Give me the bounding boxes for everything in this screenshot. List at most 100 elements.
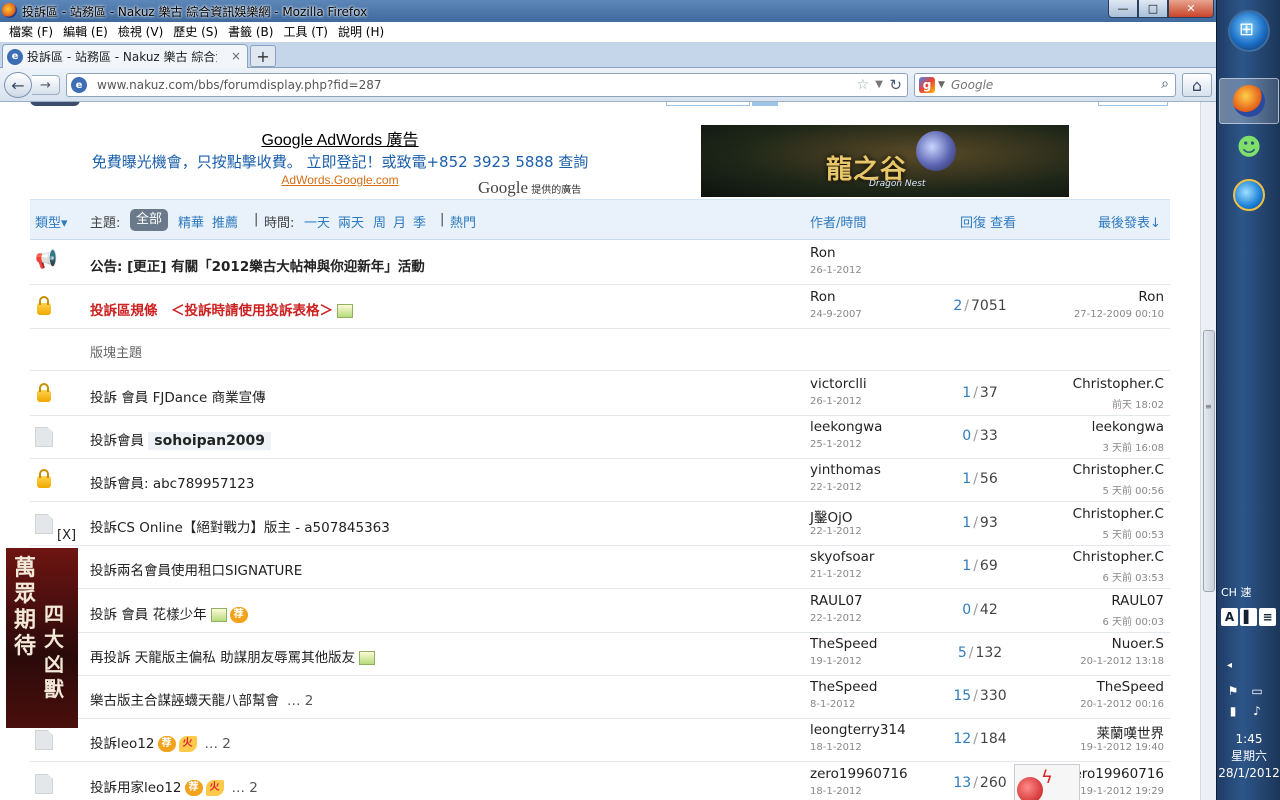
filter-digest-link[interactable]: 精華 [178,212,204,231]
last-post-user[interactable]: Christopher.C [1073,376,1164,392]
author-time-header[interactable]: 作者/時間 [810,212,866,231]
last-post-time[interactable]: 20-1-2012 13:18 [1080,656,1164,667]
minimize-button[interactable]: — [1108,0,1138,18]
address-bar[interactable]: e ☆ ▼ ↻ [66,73,908,97]
last-post-user[interactable]: zero19960716 [1066,766,1164,782]
floating-widget[interactable]: ϟ [1014,764,1080,800]
last-post-time[interactable]: 5 天前 00:53 [1102,526,1164,541]
ime-menu-icon[interactable]: ≡ [1259,608,1276,626]
tab-active[interactable]: e 投訴區 - 站務區 - Nakuz 樂古 綜合資訊... × [2,44,248,68]
last-post-user[interactable]: 莱蘭嘆世界 [1097,722,1165,742]
thread-author[interactable]: Ron [810,289,836,305]
last-post-time[interactable]: 前天 18:02 [1112,396,1164,411]
ime-a-icon[interactable]: A [1221,608,1238,626]
thread-title[interactable]: 再投訴 天龍版主偏私 助謀朋友辱罵其他版友 [90,646,376,666]
thread-author[interactable]: leongterry314 [810,722,906,738]
engine-dropdown-icon[interactable]: ▼ [938,80,945,90]
thread-title[interactable]: 投訴 會員 花樣少年荐 [90,603,248,623]
last-post-user[interactable]: leekongwa [1092,419,1164,435]
last-post-time[interactable]: 19-1-2012 19:29 [1080,786,1164,797]
last-post-user[interactable]: Nuoer.S [1112,636,1164,652]
taskbar-ie-button[interactable] [1219,172,1279,218]
volume-icon[interactable]: ♪ [1249,704,1265,718]
tab-close-icon[interactable]: × [231,49,241,63]
taskbar-messenger-button[interactable]: ☻ [1219,124,1279,170]
thread-author[interactable]: TheSpeed [810,636,877,652]
thread-title[interactable]: 投訴leo12 荐火… 2 [90,732,231,752]
language-indicator[interactable]: CH 速 [1221,584,1251,600]
reply-view-header[interactable]: 回復 查看 [960,212,1016,231]
page-links[interactable]: … 2 [232,780,258,796]
filter-month-link[interactable]: 月 [393,212,406,231]
system-clock[interactable]: 1:45 星期六 28/1/2012 [1217,731,1280,782]
taskbar-firefox-button[interactable] [1219,78,1279,124]
type-filter-dropdown[interactable]: 類型▾ [35,212,68,231]
thread-title[interactable]: 投訴兩名會員使用租口SIGNATURE [90,559,302,579]
close-window-button[interactable]: ✕ [1168,0,1214,18]
scrollbar-thumb[interactable] [1203,330,1215,592]
display-icon[interactable]: ▭ [1249,684,1265,698]
thread-title[interactable]: 投訴 會員 FJDance 商業宣傳 [90,386,266,406]
home-button[interactable]: ⌂ [1182,73,1212,97]
thread-author[interactable]: Ron [810,245,836,261]
google-engine-icon[interactable]: g [919,77,935,93]
thread-title[interactable]: 投訴CS Online【絕對戰力】版主 - a507845363 [90,516,390,536]
action-center-flag-icon[interactable]: ⚑ [1225,684,1241,698]
thread-author[interactable]: yinthomas [810,462,881,478]
ad-text[interactable]: 免費曝光機會，只按點擊收費。 立即登記！或致電+852 3923 5888 查詢 [60,151,620,172]
show-hidden-icons-button[interactable]: ◂ [1227,660,1232,671]
last-post-time[interactable]: 19-1-2012 19:40 [1080,742,1164,753]
reload-icon[interactable]: ↻ [889,76,902,94]
last-post-time[interactable]: 5 天前 00:56 [1102,482,1164,497]
firefox-icon[interactable] [2,3,17,18]
thread-author[interactable]: leekongwa [810,419,882,435]
last-post-time[interactable]: 6 天前 00:03 [1102,613,1164,628]
last-post-user[interactable]: TheSpeed [1097,679,1164,695]
last-post-user[interactable]: Christopher.C [1073,549,1164,565]
new-tab-button[interactable]: + [250,45,276,67]
filter-all-button[interactable]: 全部 [130,209,169,231]
thread-author[interactable]: RAUL07 [810,593,863,609]
last-post-user[interactable]: Christopher.C [1073,506,1164,522]
network-signal-icon[interactable]: ▮ [1225,704,1241,718]
thread-title[interactable]: 投訴會員: abc789957123 [90,472,254,492]
maximize-button[interactable]: □ [1138,0,1168,18]
announcement-title[interactable]: 公告: [更正] 有關「2012樂古大帖神與你迎新年」活動 [90,255,425,275]
last-post-time[interactable]: 20-1-2012 00:16 [1080,699,1164,710]
search-icon[interactable]: ⌕ [1161,76,1169,92]
last-post-user[interactable]: RAUL07 [1111,593,1164,609]
start-button[interactable]: ⊞ [1228,10,1270,52]
side-floating-ad[interactable]: 萬眾期待 四大凶獸 [6,548,78,728]
back-button[interactable]: ← [4,72,32,98]
thread-title[interactable]: 投訴會員 sohoipan2009 [90,429,272,450]
menu-help[interactable]: 說明 (H) [333,20,389,42]
side-ad-close-button[interactable]: [X] [57,528,76,543]
thread-title[interactable]: 樂古版主合謀誣蠛天龍八部幫會… 2 [90,689,313,709]
last-post-time[interactable]: 6 天前 03:53 [1102,569,1164,584]
filter-two-days-link[interactable]: 兩天 [338,212,364,231]
url-input[interactable] [97,76,837,94]
search-bar[interactable]: g ▼ ⌕ [914,73,1176,97]
thread-author[interactable]: TheSpeed [810,679,877,695]
filter-recommend-link[interactable]: 推薦 [212,212,238,231]
search-input[interactable] [951,76,1141,94]
thread-title[interactable]: 投訴區規條 ＜投訴時請使用投訴表格＞ [90,299,353,319]
forward-button[interactable]: → [32,75,60,95]
url-dropdown-icon[interactable]: ▼ [875,79,883,90]
last-post-sort-header[interactable]: 最後發表↓ [1098,212,1161,231]
menu-file[interactable]: 檔案 (F) [4,20,58,42]
filter-one-day-link[interactable]: 一天 [304,212,330,231]
menu-history[interactable]: 歷史 (S) [168,20,223,42]
last-post-user[interactable]: Ron [1138,289,1164,305]
menu-bookmarks[interactable]: 書籤 (B) [223,20,278,42]
site-identity-icon[interactable]: e [71,77,87,93]
menu-edit[interactable]: 編輯 (E) [58,20,113,42]
thread-author[interactable]: J鑿OjO [810,506,852,526]
page-links[interactable]: … 2 [287,693,313,709]
thread-author[interactable]: victorclli [810,376,867,392]
game-banner-ad[interactable]: 龍之谷 Dragon Nest [701,125,1069,197]
filter-hot-link[interactable]: 熱門 [450,212,476,231]
last-post-user[interactable]: Christopher.C [1073,462,1164,478]
filter-season-link[interactable]: 季 [413,212,426,231]
menu-view[interactable]: 檢視 (V) [113,20,168,42]
